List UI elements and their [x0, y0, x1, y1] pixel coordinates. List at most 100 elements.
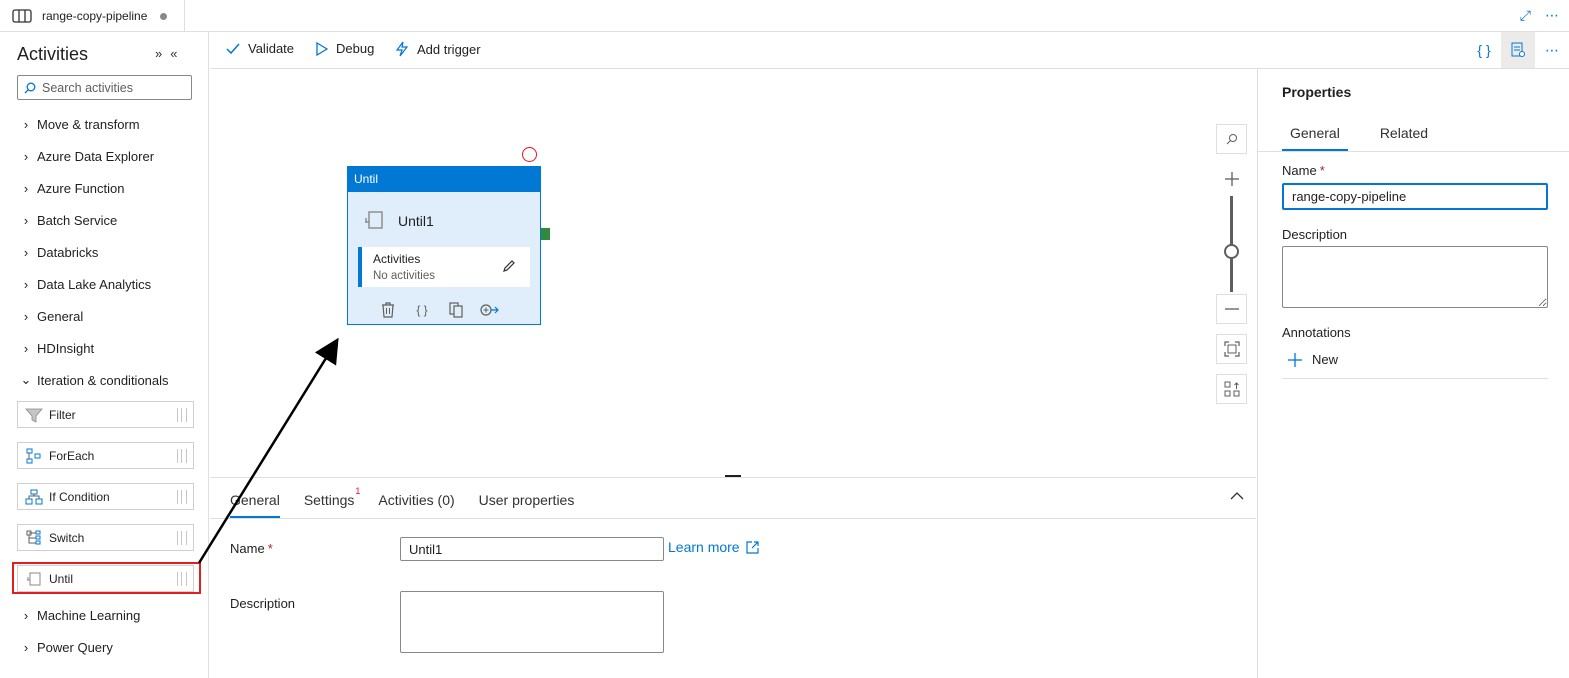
tab-general[interactable]: General: [230, 478, 280, 518]
pipeline-tab[interactable]: range-copy-pipeline: [0, 0, 185, 32]
drag-grip-icon[interactable]: [177, 408, 187, 422]
drag-grip-icon[interactable]: [177, 531, 187, 545]
search-activities-box[interactable]: [17, 75, 192, 100]
validate-label: Validate: [248, 41, 295, 56]
activity-description-input[interactable]: [400, 591, 664, 653]
debug-button[interactable]: Debug: [316, 41, 374, 56]
category-data-lake-analytics[interactable]: › Data Lake Analytics: [20, 275, 151, 293]
zoom-in-icon[interactable]: [1216, 164, 1247, 194]
activity-foreach[interactable]: ForEach: [17, 442, 194, 469]
external-link-icon: [745, 540, 759, 554]
drag-grip-icon[interactable]: [177, 490, 187, 504]
annotations-label: Annotations: [1282, 325, 1351, 340]
settings-error-badge: 1: [355, 486, 361, 496]
copy-icon[interactable]: [446, 301, 466, 319]
new-annotation-button[interactable]: New: [1288, 352, 1338, 367]
debug-label: Debug: [336, 41, 375, 56]
required-asterisk: *: [1319, 163, 1325, 178]
properties-title: Properties: [1282, 84, 1352, 100]
inner-activities-box[interactable]: Activities No activities: [358, 247, 530, 287]
delete-icon[interactable]: [378, 301, 398, 319]
tab-properties-general[interactable]: General: [1282, 119, 1348, 151]
collapse-all-icon[interactable]: »: [155, 46, 162, 61]
add-trigger-label: Add trigger: [417, 41, 481, 57]
activity-filter[interactable]: Filter: [17, 401, 194, 428]
pipeline-description-input[interactable]: [1282, 246, 1548, 308]
switch-icon: [24, 529, 44, 547]
category-batch-service[interactable]: › Batch Service: [20, 211, 117, 229]
chevron-right-icon: ›: [23, 276, 29, 292]
more-options-icon[interactable]: ⋯: [1545, 7, 1559, 24]
search-icon: [24, 82, 36, 93]
tab-label: General: [230, 492, 280, 508]
tab-activities[interactable]: Activities (0): [378, 478, 454, 518]
hide-pane-icon[interactable]: «: [170, 46, 177, 61]
add-trigger-button[interactable]: Add trigger: [395, 41, 481, 57]
category-label: Databricks: [37, 244, 99, 260]
category-azure-data-explorer[interactable]: › Azure Data Explorer: [20, 147, 154, 165]
zoom-slider-thumb[interactable]: [1224, 244, 1239, 259]
chevron-right-icon: ›: [23, 340, 29, 356]
category-power-query[interactable]: › Power Query: [20, 638, 113, 656]
activity-switch[interactable]: Switch: [17, 524, 194, 551]
tab-properties-related[interactable]: Related: [1372, 119, 1436, 151]
category-hdinsight[interactable]: › HDInsight: [20, 339, 94, 357]
add-output-icon[interactable]: [480, 301, 500, 319]
category-machine-learning[interactable]: › Machine Learning: [20, 606, 141, 624]
play-icon: [316, 41, 328, 56]
category-label: Iteration & conditionals: [37, 372, 169, 388]
search-activities-input[interactable]: [42, 80, 182, 95]
description-field-label: Description: [230, 596, 296, 611]
properties-tabs-divider: [1258, 151, 1569, 152]
inner-activities-subtitle: No activities: [373, 270, 435, 282]
chevron-up-icon[interactable]: [1230, 492, 1244, 500]
error-indicator-icon: [522, 147, 537, 162]
activity-name-input[interactable]: [400, 537, 664, 561]
category-general[interactable]: › General: [20, 307, 83, 325]
category-label: Azure Function: [37, 180, 125, 196]
code-icon[interactable]: { }: [412, 301, 432, 319]
pipeline-icon: [12, 9, 32, 23]
tabs-divider: [210, 518, 1256, 519]
properties-pane: Properties General Related Name* Descrip…: [1257, 69, 1569, 678]
category-azure-function[interactable]: › Azure Function: [20, 179, 125, 197]
until-node-name: Until1: [398, 213, 434, 229]
category-iteration-conditionals[interactable]: ⌄ Iteration & conditionals: [20, 371, 169, 389]
zoom-out-icon[interactable]: [1216, 294, 1247, 324]
tab-settings[interactable]: Settings 1: [304, 478, 361, 518]
learn-more-link[interactable]: Learn more: [668, 539, 759, 555]
document-tab-strip: range-copy-pipeline ⤢ ⋯: [0, 0, 1569, 32]
drag-grip-icon[interactable]: [177, 449, 187, 463]
until-activity-node[interactable]: Until Until1 Activities No activities { …: [347, 166, 541, 325]
edit-pencil-icon[interactable]: [502, 259, 516, 273]
activity-label: ForEach: [49, 448, 95, 463]
activity-if-condition[interactable]: If Condition: [17, 483, 194, 510]
auto-align-icon[interactable]: [1216, 374, 1247, 404]
chevron-right-icon: ›: [23, 212, 29, 228]
category-move-transform[interactable]: › Move & transform: [20, 115, 140, 133]
pipeline-description-label: Description: [1282, 227, 1348, 242]
more-icon[interactable]: ⋯: [1535, 32, 1569, 68]
category-label: Azure Data Explorer: [37, 148, 155, 164]
success-output-port[interactable]: [541, 228, 550, 240]
zoom-search-icon[interactable]: [1216, 124, 1247, 154]
if-condition-icon: [24, 488, 44, 506]
properties-pane-icon[interactable]: [1501, 32, 1535, 68]
required-asterisk: *: [267, 541, 273, 556]
chevron-right-icon: ›: [23, 639, 29, 655]
activity-label: Filter: [49, 407, 76, 422]
pipeline-canvas[interactable]: Until Until1 Activities No activities { …: [210, 69, 1256, 476]
code-view-icon[interactable]: { }: [1467, 32, 1501, 68]
name-field-label: Name *: [230, 541, 273, 556]
tab-user-properties[interactable]: User properties: [479, 478, 575, 518]
unsaved-dot-icon: [160, 12, 168, 20]
expand-icon[interactable]: ⤢: [1520, 7, 1531, 24]
chevron-right-icon: ›: [23, 116, 29, 132]
category-label: Move & transform: [37, 116, 140, 132]
fit-to-screen-icon[interactable]: [1216, 334, 1247, 364]
category-label: Power Query: [37, 639, 113, 655]
category-databricks[interactable]: › Databricks: [20, 243, 99, 261]
pipeline-name-label: Name *: [1282, 163, 1325, 178]
pipeline-name-input[interactable]: [1282, 183, 1548, 210]
validate-button[interactable]: Validate: [226, 41, 294, 56]
